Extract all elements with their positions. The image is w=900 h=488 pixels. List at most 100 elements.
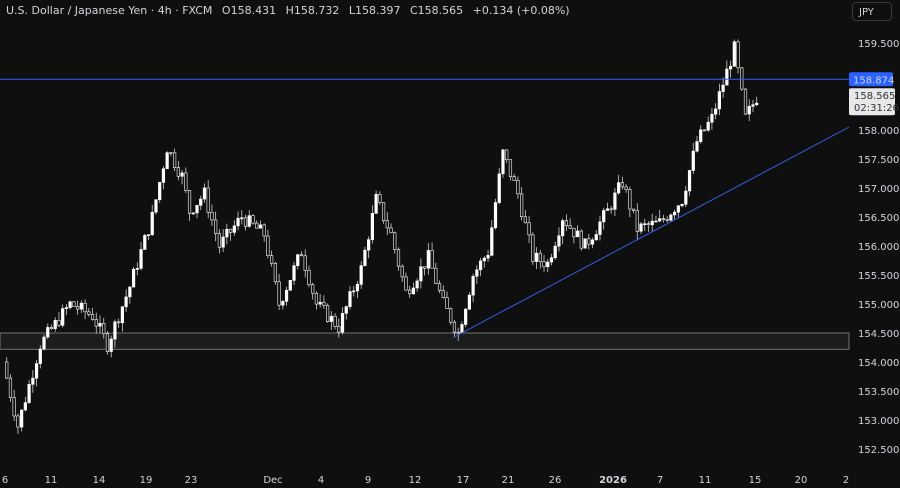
y-tick-label: 156.000 [858, 242, 899, 253]
candle-body [493, 202, 498, 229]
candle-body [673, 211, 677, 216]
candle-body [363, 249, 367, 266]
candle-body [326, 304, 330, 322]
candle-body [303, 255, 307, 271]
candle-body [49, 327, 54, 329]
candle-body [531, 234, 535, 262]
x-tick-label: 26 [549, 475, 562, 486]
candle-body [605, 208, 610, 211]
candle-body [154, 199, 158, 213]
candle-body [661, 218, 666, 220]
candle-body [210, 212, 214, 221]
candle-body [68, 301, 72, 308]
candle-body [590, 239, 595, 245]
candle-body [53, 320, 57, 329]
candle-body [456, 331, 460, 334]
candle-body [464, 308, 468, 325]
candle-body [389, 227, 393, 234]
candle-body [728, 65, 733, 70]
candle-body [94, 319, 98, 327]
x-tick-label: 17 [457, 475, 470, 486]
candle-body [665, 219, 669, 221]
candle-body [318, 301, 322, 305]
candle-body [732, 41, 736, 67]
candle-body [228, 228, 233, 233]
candle-body [434, 267, 438, 284]
candle-body [631, 208, 636, 211]
candle-body [221, 236, 225, 248]
candle-body [415, 280, 419, 289]
candle-body [549, 257, 554, 263]
candle-body [367, 239, 371, 251]
candle-body [452, 321, 457, 333]
candle-body [445, 297, 449, 309]
candle-body [643, 223, 647, 226]
candle-body [516, 180, 520, 195]
candle-body [105, 333, 110, 352]
candle-body [199, 198, 203, 206]
candle-body [437, 283, 442, 291]
candle-body [575, 230, 580, 238]
candle-body [333, 315, 337, 327]
candle-body [284, 289, 289, 302]
candle-body [240, 217, 244, 220]
candle-body [247, 215, 251, 227]
candle-body [680, 203, 684, 207]
y-tick-label: 156.500 [858, 213, 899, 224]
x-tick-label: 4 [318, 475, 324, 486]
candle-body [714, 108, 718, 115]
candle-body [236, 217, 240, 227]
candle-body [374, 194, 378, 214]
candle-body [751, 104, 755, 107]
candle-body [311, 284, 315, 294]
price-chart[interactable]: 159.500 158.000 157.500 157.000 156.500 156.0… [0, 0, 900, 488]
y-tick-label: 155.500 [858, 271, 899, 282]
candle-body [557, 235, 561, 247]
x-axis: 6 11 14 19 23 Dec 4 9 12 17 21 26 2026 7 11 15 20 2 [2, 475, 849, 486]
last-price-label: 158.565 02:31:26 [849, 88, 899, 116]
candle-body [337, 326, 341, 333]
candle-body [31, 377, 35, 385]
x-tick-label: 2 [843, 475, 849, 486]
candle-body [650, 220, 654, 226]
candle-body [150, 211, 154, 235]
x-tick-label: 7 [657, 475, 663, 486]
candle-body [243, 217, 248, 227]
candle-body [676, 205, 680, 213]
candle-body [187, 190, 192, 214]
candle-body [61, 308, 65, 326]
candle-body [426, 250, 430, 269]
svg-text:158.874: 158.874 [853, 75, 894, 86]
candle-body [176, 167, 180, 177]
candle-body [393, 232, 397, 250]
candle-body [684, 190, 688, 205]
x-tick-label: 2026 [599, 475, 627, 486]
candle-body [423, 266, 427, 269]
candle-body [460, 324, 464, 333]
candle-body [352, 290, 356, 293]
candle-body [467, 294, 471, 310]
x-tick-label: 14 [93, 475, 106, 486]
candle-body [602, 210, 606, 223]
x-tick-label: 20 [795, 475, 808, 486]
y-tick-label: 159.500 [858, 39, 899, 50]
candle-body [340, 313, 345, 333]
candle-body [561, 220, 565, 237]
x-tick-label: 19 [140, 475, 153, 486]
candle-body [404, 276, 408, 291]
candle-body [109, 338, 113, 352]
candle-body [12, 397, 16, 417]
candle-body [587, 238, 591, 245]
candle-body [128, 286, 132, 298]
y-tick-label: 152.500 [858, 445, 899, 456]
x-tick-label: 11 [699, 475, 712, 486]
x-tick-label: 12 [409, 475, 422, 486]
candle-body [691, 150, 695, 171]
x-tick-label: 23 [185, 475, 198, 486]
candle-body [378, 194, 382, 203]
candle-body [400, 265, 404, 278]
candle-body [482, 257, 486, 262]
candle-body [83, 302, 87, 313]
y-tick-label: 154.500 [858, 329, 899, 340]
candle-body [654, 220, 658, 223]
